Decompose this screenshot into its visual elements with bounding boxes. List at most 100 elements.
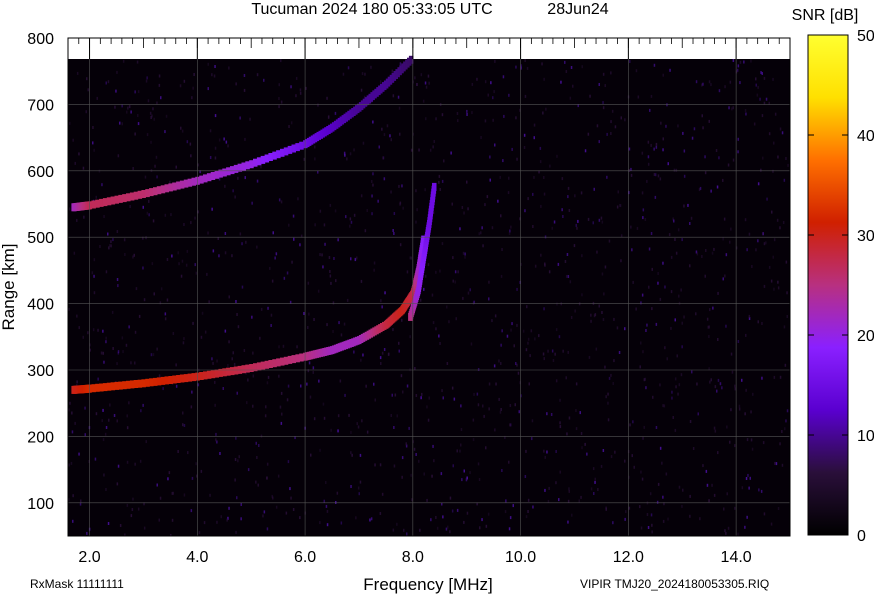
noise-speck <box>310 453 312 457</box>
noise-speck <box>76 380 78 384</box>
noise-speck <box>303 312 305 315</box>
noise-speck <box>420 73 423 77</box>
noise-speck <box>691 370 693 374</box>
noise-speck <box>677 228 680 232</box>
x-tick-label: 8.0 <box>402 549 424 566</box>
noise-speck <box>192 321 194 325</box>
noise-speck <box>415 189 417 193</box>
noise-speck <box>142 403 144 407</box>
noise-speck <box>509 423 511 427</box>
noise-speck <box>559 398 561 402</box>
noise-speck <box>410 473 412 477</box>
noise-speck <box>116 419 118 423</box>
noise-speck <box>123 238 126 242</box>
noise-speck <box>602 101 604 105</box>
noise-speck <box>212 249 215 253</box>
noise-speck <box>359 453 362 457</box>
noise-speck <box>158 74 161 78</box>
noise-speck <box>777 286 780 290</box>
noise-speck <box>365 384 367 388</box>
noise-speck <box>397 95 400 99</box>
noise-speck <box>456 508 459 512</box>
noise-speck <box>734 387 736 391</box>
noise-speck <box>466 109 468 113</box>
noise-speck <box>128 325 130 329</box>
noise-speck <box>476 77 478 81</box>
trace-cell <box>118 381 123 390</box>
noise-speck <box>227 364 229 367</box>
noise-speck <box>78 452 80 456</box>
noise-speck <box>717 338 719 341</box>
noise-speck <box>750 438 753 442</box>
noise-speck <box>723 217 726 221</box>
noise-speck <box>435 516 437 519</box>
noise-speck <box>266 476 268 480</box>
noise-speck <box>337 414 340 418</box>
noise-speck <box>773 141 775 145</box>
noise-speck <box>785 419 787 423</box>
noise-speck <box>435 327 437 331</box>
trace-cell <box>149 188 154 197</box>
noise-speck <box>171 518 174 522</box>
noise-speck <box>354 258 357 262</box>
noise-speck <box>662 137 664 141</box>
noise-speck <box>329 274 332 278</box>
noise-speck <box>383 348 386 351</box>
noise-speck <box>148 199 150 203</box>
noise-speck <box>334 209 337 213</box>
noise-speck <box>689 514 691 518</box>
noise-speck <box>501 469 503 472</box>
noise-speck <box>601 220 604 224</box>
noise-speck <box>734 506 736 510</box>
noise-speck <box>682 131 684 135</box>
noise-speck <box>258 444 260 447</box>
noise-speck <box>103 215 105 218</box>
noise-speck <box>371 194 373 198</box>
noise-speck <box>632 280 634 284</box>
noise-speck <box>671 390 673 394</box>
noise-speck <box>399 202 401 206</box>
noise-speck <box>323 499 325 503</box>
noise-speck <box>317 289 320 293</box>
noise-speck <box>183 493 186 497</box>
noise-speck <box>558 498 560 502</box>
noise-speck <box>203 521 206 525</box>
noise-speck <box>95 195 97 199</box>
noise-speck <box>513 344 515 348</box>
noise-speck <box>439 342 441 345</box>
noise-speck <box>448 320 450 324</box>
noise-speck <box>717 378 720 382</box>
noise-speck <box>524 209 526 213</box>
noise-speck <box>762 156 764 160</box>
noise-speck <box>708 335 710 338</box>
noise-speck <box>571 513 573 517</box>
noise-speck <box>291 260 293 264</box>
trace-cell <box>133 380 139 388</box>
noise-speck <box>362 141 365 145</box>
noise-speck <box>78 152 80 156</box>
noise-speck <box>326 509 329 513</box>
noise-speck <box>568 487 570 491</box>
noise-speck <box>605 507 607 511</box>
noise-speck <box>689 494 691 498</box>
noise-speck <box>186 140 189 144</box>
trace-cell <box>226 367 231 376</box>
noise-speck <box>659 446 662 450</box>
noise-speck <box>403 528 405 532</box>
noise-speck <box>730 352 733 356</box>
noise-speck <box>321 253 323 257</box>
noise-speck <box>485 446 487 450</box>
noise-speck <box>360 88 363 92</box>
noise-speck <box>442 515 444 519</box>
noise-speck <box>639 365 641 369</box>
noise-speck <box>724 85 726 89</box>
noise-speck <box>264 414 267 418</box>
noise-speck <box>485 524 488 528</box>
noise-speck <box>616 205 619 209</box>
noise-speck <box>275 505 278 509</box>
noise-speck <box>739 60 742 64</box>
noise-speck <box>209 129 212 133</box>
noise-speck <box>517 371 520 375</box>
noise-speck <box>526 66 529 70</box>
noise-speck <box>523 146 526 149</box>
